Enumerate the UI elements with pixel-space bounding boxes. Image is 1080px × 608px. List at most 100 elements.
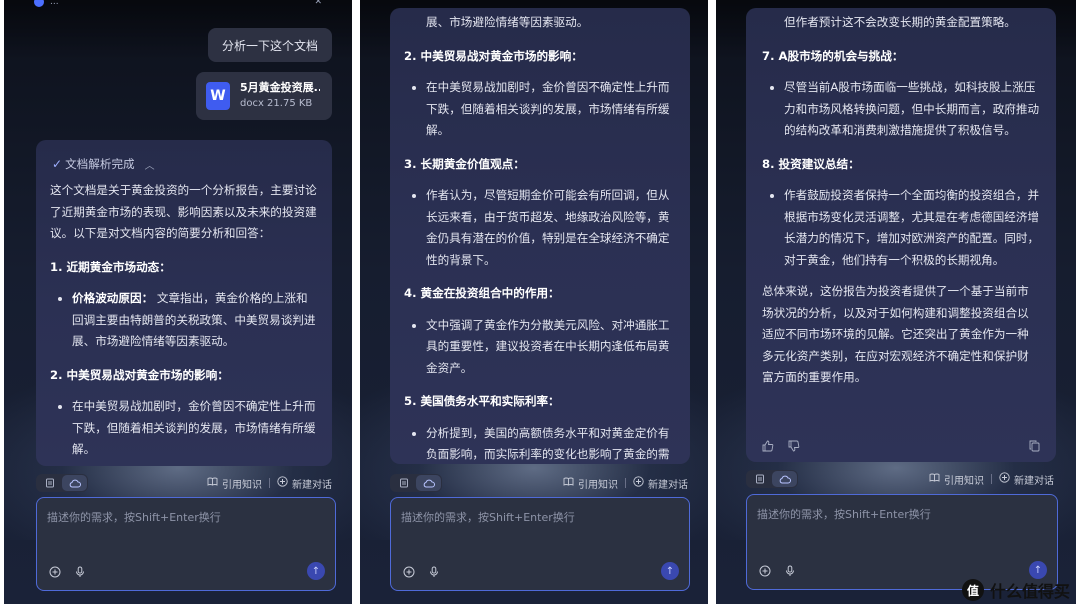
chat-input-box[interactable]: 描述你的需求，按Shift+Enter换行 ↑ bbox=[36, 497, 336, 591]
divider bbox=[269, 478, 270, 488]
toolbar-actions: 引用知识 新建对话 bbox=[207, 476, 332, 491]
new-chat-button[interactable]: 新建对话 bbox=[648, 476, 688, 491]
book-icon bbox=[563, 477, 574, 489]
assistant-response-card: ✓ 文档解析完成 ︿ 这个文档是关于黄金投资的一个分析报告，主要讨论了近期黄金市… bbox=[36, 140, 332, 466]
bullet-dot bbox=[412, 86, 416, 90]
chat-input-box[interactable]: 描述你的需求，按Shift+Enter换行 ↑ bbox=[390, 497, 690, 591]
section-heading-3: 3. 长期黄金价值观点： bbox=[404, 156, 525, 171]
add-attachment-icon[interactable] bbox=[403, 566, 415, 578]
document-mode-icon[interactable] bbox=[391, 475, 416, 491]
chat-toolbar: 引用知识 新建对话 bbox=[36, 472, 332, 494]
copy-icon[interactable] bbox=[1029, 440, 1040, 452]
chat-input-placeholder: 描述你的需求，按Shift+Enter换行 bbox=[757, 508, 931, 521]
cite-knowledge-button[interactable]: 引用知识 bbox=[578, 476, 618, 491]
site-watermark: 值 什么值得买 bbox=[961, 578, 1070, 602]
toolbar-actions: 引用知识 新建对话 bbox=[929, 472, 1054, 487]
section-heading-4: 4. 黄金在投资组合中的作用： bbox=[404, 286, 560, 300]
check-icon: ✓ bbox=[52, 157, 63, 171]
bullet-item: 在中美贸易战加剧时，金价曾因不确定性上升而下跌，但随着相关谈判的发展，市场情绪有… bbox=[404, 77, 676, 142]
plus-circle-icon bbox=[633, 476, 644, 490]
scrolled-text-fragment: 但作者预计这不会改变长期的黄金配置策略。 bbox=[784, 15, 1016, 29]
divider bbox=[625, 478, 626, 488]
user-message-text: 分析一下这个文档 bbox=[221, 38, 318, 53]
toolbar-actions: 引用知识 新建对话 bbox=[563, 476, 688, 491]
cite-knowledge-button[interactable]: 引用知识 bbox=[944, 472, 984, 487]
thumbs-up-icon[interactable] bbox=[762, 440, 774, 452]
screenshot-panel-3: 但作者预计这不会改变长期的黄金配置策略。 7. A股市场的机会与挑战： 尽管当前… bbox=[716, 0, 1076, 604]
document-mode-icon[interactable] bbox=[37, 475, 62, 491]
user-message-bubble: 分析一下这个文档 bbox=[207, 28, 332, 62]
screenshot-panel-1: ... ✕ 分析一下这个文档 W 5月黄金投资展... docx 21.75 K… bbox=[4, 0, 352, 604]
bullet-item: 在中美贸易战加剧时，金价曾因不确定性上升而下跌，但随着相关谈判的发展，市场情绪有… bbox=[50, 396, 318, 461]
bullet-dot bbox=[58, 297, 62, 301]
assistant-response-card: 但作者预计这不会改变长期的黄金配置策略。 7. A股市场的机会与挑战： 尽管当前… bbox=[746, 8, 1056, 462]
attached-file-card[interactable]: W 5月黄金投资展... docx 21.75 KB bbox=[196, 72, 332, 120]
bullet-item: 价格波动原因： 文章指出，黄金价格的上涨和回调主要由特朗普的关税政策、中美贸易谈… bbox=[50, 288, 318, 353]
mode-switch[interactable] bbox=[36, 474, 88, 492]
feedback-bar bbox=[762, 440, 1040, 452]
section-heading-5: 5. 美国债务水平和实际利率： bbox=[404, 394, 560, 408]
title-bar: ... ✕ bbox=[4, 0, 352, 12]
bullet-item: 作者认为，尽管短期金价可能会有所回调，但从长远来看，由于货币超发、地缘政治风险等… bbox=[404, 185, 676, 271]
bullet-dot bbox=[412, 194, 416, 198]
new-chat-button[interactable]: 新建对话 bbox=[292, 476, 332, 491]
section-heading-7: 7. A股市场的机会与挑战： bbox=[762, 48, 904, 63]
document-mode-icon[interactable] bbox=[747, 471, 772, 487]
bullet-item: 尽管当前A股市场面临一些挑战，如科技股上涨压力和市场风格转换问题，但中长期而言，… bbox=[762, 77, 1040, 142]
chat-toolbar: 引用知识 新建对话 bbox=[390, 472, 688, 494]
chat-input-placeholder: 描述你的需求，按Shift+Enter换行 bbox=[401, 511, 575, 524]
add-attachment-icon[interactable] bbox=[49, 566, 61, 578]
cloud-mode-icon[interactable] bbox=[416, 475, 441, 491]
section-heading-1: 1. 近期黄金市场动态： bbox=[50, 259, 171, 274]
mode-switch[interactable] bbox=[390, 474, 442, 492]
close-icon[interactable]: ✕ bbox=[314, 0, 322, 7]
chevron-up-icon: ︿ bbox=[144, 160, 155, 172]
screenshot-panel-2: 展、市场避险情绪等因素驱动。 2. 中美贸易战对黄金市场的影响： 在中美贸易战加… bbox=[360, 0, 708, 604]
parse-status-toggle[interactable]: ✓ 文档解析完成 ︿ bbox=[52, 154, 318, 174]
bullet-strong: 价格波动原因： bbox=[72, 291, 154, 305]
microphone-icon[interactable] bbox=[429, 566, 439, 578]
bullet-dot bbox=[770, 194, 774, 198]
bullet-dot bbox=[412, 323, 416, 328]
watermark-badge: 值 bbox=[961, 579, 984, 601]
book-icon bbox=[929, 473, 940, 485]
app-logo-icon bbox=[34, 0, 44, 7]
send-button[interactable]: ↑ bbox=[661, 562, 679, 580]
bullet-text: 文中强调了黄金作为分散美元风险、对冲通胀工具的重要性，建议投资者在中长期内逢低布… bbox=[426, 317, 670, 375]
chat-input-box[interactable]: 描述你的需求，按Shift+Enter换行 ↑ bbox=[746, 494, 1058, 590]
bullet-item: 作者鼓励投资者保持一个全面均衡的投资组合，并根据市场变化灵活调整，尤其是在考虑德… bbox=[762, 185, 1040, 271]
bullet-text: 作者认为，尽管短期金价可能会有所回调，但从长远来看，由于货币超发、地缘政治风险等… bbox=[426, 188, 670, 267]
send-button[interactable]: ↑ bbox=[1029, 561, 1047, 579]
app-title: ... bbox=[50, 0, 59, 7]
section-heading-8: 8. 投资建议总结： bbox=[762, 156, 860, 171]
chat-toolbar: 引用知识 新建对话 bbox=[746, 468, 1054, 490]
bullet-dot bbox=[770, 86, 774, 90]
response-summary: 总体来说，这份报告为投资者提供了一个基于当前市场状况的分析，以及对于如何构建和调… bbox=[762, 284, 1029, 384]
bullet-dot bbox=[412, 431, 416, 436]
bullet-text: 在中美贸易战加剧时，金价曾因不确定性上升而下跌，但随着相关谈判的发展，市场情绪有… bbox=[72, 399, 316, 456]
bullet-text: 分析提到，美国的高额债务水平和对黄金定价有负面影响，而实际利率的变化也影响了黄金… bbox=[426, 425, 670, 462]
assistant-response-card: 展、市场避险情绪等因素驱动。 2. 中美贸易战对黄金市场的影响： 在中美贸易战加… bbox=[390, 8, 690, 464]
section-heading-2: 2. 中美贸易战对黄金市场的影响： bbox=[404, 48, 583, 63]
add-attachment-icon[interactable] bbox=[759, 565, 771, 577]
word-doc-icon: W bbox=[206, 82, 230, 110]
mode-switch[interactable] bbox=[746, 470, 798, 488]
response-intro: 这个文档是关于黄金投资的一个分析报告，主要讨论了近期黄金市场的表现、影响因素以及… bbox=[50, 183, 317, 240]
thumbs-down-icon[interactable] bbox=[788, 440, 800, 452]
new-chat-button[interactable]: 新建对话 bbox=[1014, 472, 1054, 487]
cite-knowledge-button[interactable]: 引用知识 bbox=[222, 476, 262, 491]
microphone-icon[interactable] bbox=[75, 566, 85, 578]
chat-input-placeholder: 描述你的需求，按Shift+Enter换行 bbox=[47, 511, 221, 524]
scrolled-text-fragment: 展、市场避险情绪等因素驱动。 bbox=[426, 15, 589, 29]
divider bbox=[991, 474, 992, 484]
microphone-icon[interactable] bbox=[785, 565, 795, 577]
file-meta: docx 21.75 KB bbox=[240, 98, 313, 109]
file-name: 5月黄金投资展... bbox=[240, 81, 320, 94]
bullet-text: 尽管当前A股市场面临一些挑战，如科技股上涨压力和市场风格转换问题，但中长期而言，… bbox=[784, 80, 1040, 137]
cloud-mode-icon[interactable] bbox=[772, 471, 797, 487]
watermark-text: 什么值得买 bbox=[989, 582, 1070, 601]
send-button[interactable]: ↑ bbox=[307, 562, 325, 580]
bullet-item: 分析提到，美国的高额债务水平和对黄金定价有负面影响，而实际利率的变化也影响了黄金… bbox=[404, 423, 676, 465]
book-icon bbox=[207, 477, 218, 489]
cloud-mode-icon[interactable] bbox=[62, 475, 87, 491]
